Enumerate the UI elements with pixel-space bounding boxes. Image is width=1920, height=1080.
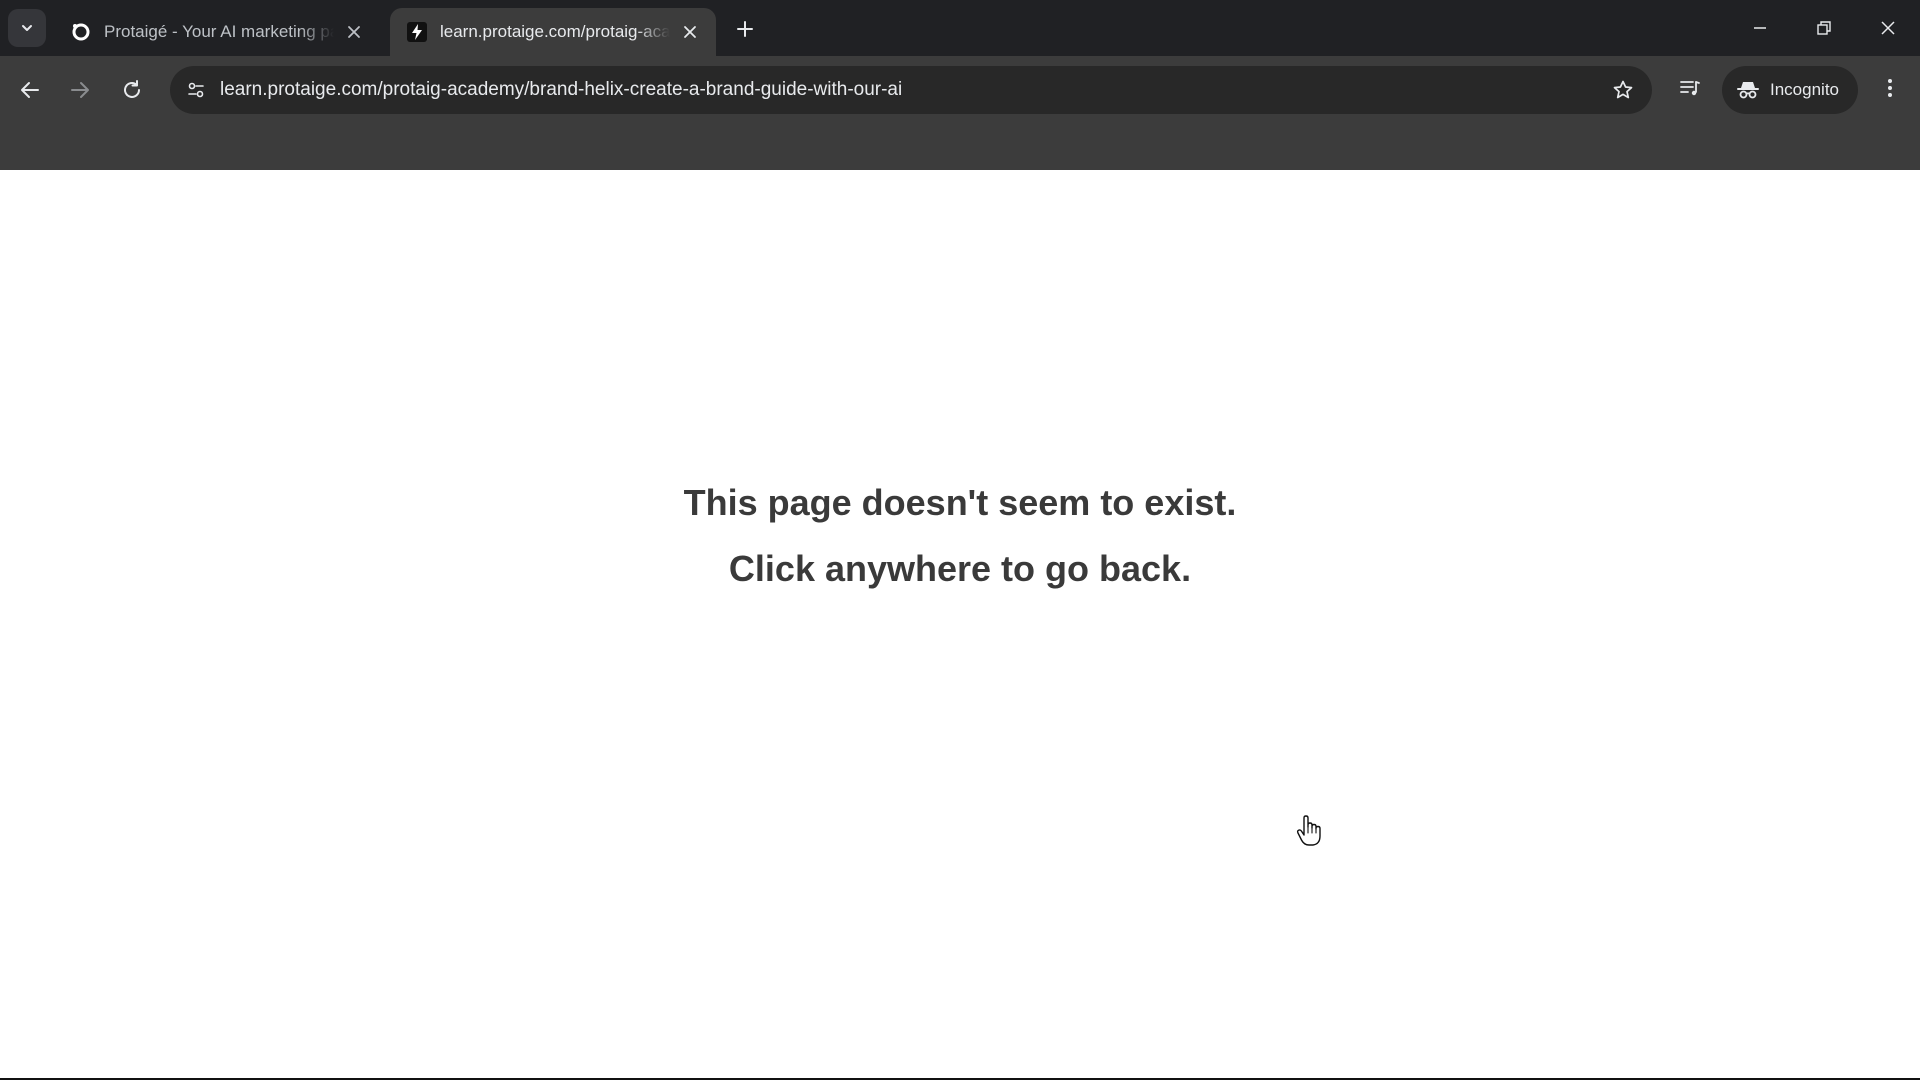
tab-protaige-home[interactable]: Protaigé - Your AI marketing pa xyxy=(54,8,380,56)
page-viewport[interactable]: This page doesn't seem to exist. Click a… xyxy=(0,170,1920,1078)
restore-button[interactable] xyxy=(1792,0,1856,56)
incognito-label: Incognito xyxy=(1770,80,1839,99)
protaige-ring-icon xyxy=(70,21,92,43)
tab-protaige-academy[interactable]: learn.protaige.com/protaig-aca xyxy=(390,8,716,56)
bookmark-star-icon[interactable] xyxy=(1608,75,1638,105)
plus-icon xyxy=(737,21,753,37)
browser-menu-button[interactable] xyxy=(1870,68,1910,108)
more-vertical-icon xyxy=(1888,79,1892,97)
tab-close-icon[interactable] xyxy=(342,20,366,44)
not-found-line-1: This page doesn't seem to exist. xyxy=(683,482,1237,523)
lightning-bolt-icon xyxy=(406,21,428,43)
arrow-right-icon xyxy=(71,82,89,98)
tab-strip: Protaigé - Your AI marketing pa learn.pr… xyxy=(0,0,1920,56)
minimize-icon xyxy=(1754,27,1766,29)
close-icon xyxy=(1881,21,1895,35)
tab-title: learn.protaige.com/protaig-aca xyxy=(440,22,670,41)
incognito-icon xyxy=(1736,78,1760,102)
chevron-down-icon xyxy=(22,25,32,31)
media-playlist-icon xyxy=(1680,81,1700,96)
tab-close-icon[interactable] xyxy=(678,20,702,44)
address-bar[interactable]: learn.protaige.com/protaig-academy/brand… xyxy=(170,66,1652,114)
close-window-button[interactable] xyxy=(1856,0,1920,56)
back-button[interactable] xyxy=(10,70,50,110)
incognito-badge[interactable]: Incognito xyxy=(1722,66,1858,114)
hand-pointer-cursor-icon xyxy=(1296,815,1321,846)
media-controls-button[interactable] xyxy=(1670,68,1710,108)
minimize-button[interactable] xyxy=(1728,0,1792,56)
site-settings-icon[interactable] xyxy=(180,74,212,106)
reload-button[interactable] xyxy=(112,70,152,110)
browser-toolbar: learn.protaige.com/protaig-academy/brand… xyxy=(0,56,1920,170)
tab-title: Protaigé - Your AI marketing pa xyxy=(104,22,334,41)
forward-button[interactable] xyxy=(60,70,100,110)
not-found-message[interactable]: This page doesn't seem to exist. Click a… xyxy=(0,470,1920,602)
new-tab-button[interactable] xyxy=(730,14,760,44)
url-text[interactable]: learn.protaige.com/protaig-academy/brand… xyxy=(220,66,902,114)
browser-window: Protaigé - Your AI marketing pa learn.pr… xyxy=(0,0,1920,1080)
arrow-left-icon xyxy=(21,82,39,98)
reload-icon xyxy=(124,80,140,98)
restore-icon xyxy=(1817,21,1831,35)
window-controls xyxy=(1728,0,1920,56)
not-found-line-2: Click anywhere to go back. xyxy=(728,548,1192,589)
tab-search-button[interactable] xyxy=(8,9,46,47)
